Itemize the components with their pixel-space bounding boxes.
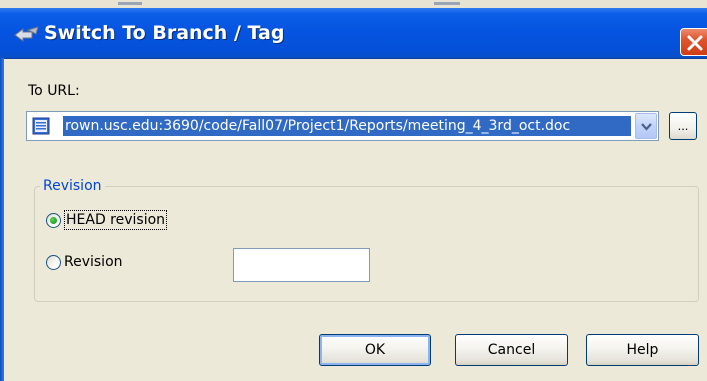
background-dash bbox=[118, 2, 142, 5]
background-dash bbox=[434, 2, 460, 5]
ok-button[interactable]: OK bbox=[319, 334, 431, 366]
revision-group bbox=[34, 186, 699, 302]
specific-revision-radio[interactable] bbox=[46, 254, 61, 270]
background-window-strip bbox=[0, 0, 707, 8]
specific-revision-option[interactable]: Revision bbox=[46, 252, 123, 272]
cancel-button[interactable]: Cancel bbox=[455, 334, 568, 366]
revision-group-label: Revision bbox=[40, 177, 105, 195]
browse-button[interactable]: ... bbox=[669, 112, 697, 140]
help-button[interactable]: Help bbox=[586, 334, 699, 366]
url-input[interactable]: rown.usc.edu:3690/code/Fall07/Project1/R… bbox=[63, 116, 631, 136]
chevron-down-icon bbox=[641, 123, 652, 131]
head-revision-option[interactable]: HEAD revision bbox=[46, 210, 168, 230]
url-combobox[interactable]: rown.usc.edu:3690/code/Fall07/Project1/R… bbox=[26, 111, 659, 141]
switch-branch-dialog: Switch To Branch / Tag To URL: rown.usc.… bbox=[0, 0, 707, 381]
document-icon bbox=[32, 117, 50, 135]
url-dropdown-button[interactable] bbox=[635, 113, 657, 139]
switch-branch-icon bbox=[14, 26, 39, 42]
to-url-label: To URL: bbox=[28, 83, 80, 99]
head-revision-label: HEAD revision bbox=[64, 210, 168, 230]
revision-number-input[interactable] bbox=[233, 248, 370, 282]
specific-revision-label: Revision bbox=[64, 254, 123, 270]
window-left-border bbox=[0, 58, 4, 381]
close-icon bbox=[687, 35, 703, 51]
close-button[interactable] bbox=[680, 28, 707, 56]
title-bar[interactable]: Switch To Branch / Tag bbox=[0, 8, 707, 59]
dialog-title: Switch To Branch / Tag bbox=[44, 22, 285, 44]
head-revision-radio[interactable] bbox=[46, 212, 61, 228]
